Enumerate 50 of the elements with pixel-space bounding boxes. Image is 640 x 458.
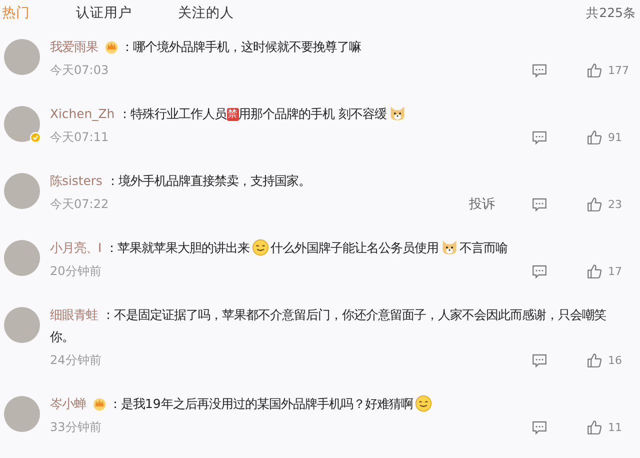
thumbs-up-icon[interactable] — [586, 62, 603, 78]
comment-icon[interactable] — [531, 262, 548, 280]
comment-text: 用那个品牌的手机 刻不容缓 — [238, 106, 387, 121]
comment-text: ：苹果就苹果大胆的讲出来 — [106, 240, 250, 255]
comment-time: 今天07:11 — [50, 128, 109, 146]
tab[interactable]: 认证用户 — [76, 4, 132, 22]
smiley-emoji-icon — [414, 395, 432, 412]
like-count: 91 — [608, 130, 622, 144]
comment-text: ：特殊行业工作人员 — [118, 106, 227, 121]
comment-text: 不言而喻 — [460, 240, 508, 255]
thumbs-up-icon[interactable] — [586, 352, 603, 368]
like-count: 16 — [608, 354, 622, 366]
comment-time: 今天07:22 — [50, 196, 109, 212]
thumbs-up-icon[interactable] — [586, 196, 603, 212]
dog-emoji-icon — [388, 105, 406, 122]
username[interactable]: 陈sisters — [50, 173, 102, 188]
tab[interactable]: 热门 — [2, 4, 30, 22]
smiley-emoji-icon — [252, 239, 269, 256]
comment-icon[interactable] — [531, 352, 548, 368]
username[interactable]: 细眼青蛙 — [50, 307, 98, 322]
like-count: 177 — [608, 64, 629, 76]
dog-emoji-icon — [440, 239, 458, 256]
comment-text: 什么外国牌子能让名公务员使用 — [270, 240, 439, 255]
comment-text: ：不是固定证据了吗，苹果都不介意留后门，你还介意留面子，人家不会因此而感谢，只会嘲笑 — [102, 307, 606, 322]
comment-icon[interactable] — [531, 196, 548, 212]
comment-text: ：境外手机品牌直接禁卖，支持国家。 — [106, 173, 310, 188]
comment-time: 24分钟前 — [50, 352, 102, 368]
username[interactable]: 小月亮、I — [50, 240, 102, 255]
comment-icon[interactable] — [531, 62, 548, 78]
comment-time: 33分钟前 — [50, 418, 102, 436]
like-count: 23 — [608, 198, 622, 210]
thumbs-up-icon[interactable] — [586, 262, 603, 280]
comment-time: 今天07:03 — [50, 62, 109, 78]
comment-text: ：哪个境外品牌手机，这时候就不要挽尊了嘛 — [121, 39, 361, 54]
thumbs-up-icon[interactable] — [586, 128, 603, 146]
username[interactable]: 我爱雨果 — [50, 39, 98, 54]
comment-icon[interactable] — [531, 128, 548, 146]
comment-text: ：是我19年之后再没用过的某国外品牌手机吗？好难猜啊 — [109, 396, 413, 411]
username[interactable]: Xichen_Zh — [50, 106, 115, 121]
like-count: 11 — [608, 420, 622, 434]
thumbs-up-icon[interactable] — [586, 418, 603, 436]
comment-text: 你。 — [50, 329, 74, 344]
tab[interactable]: 关注的人 — [178, 4, 234, 22]
username[interactable]: 岑小蝉 — [50, 396, 86, 411]
comment-count: 共225条 — [586, 4, 636, 22]
comment-time: 20分钟前 — [50, 262, 102, 280]
report-link[interactable]: 投诉 — [469, 195, 495, 213]
like-count: 17 — [608, 264, 622, 278]
comment-icon[interactable] — [531, 418, 548, 436]
ban-emoji: 禁 — [226, 108, 239, 121]
